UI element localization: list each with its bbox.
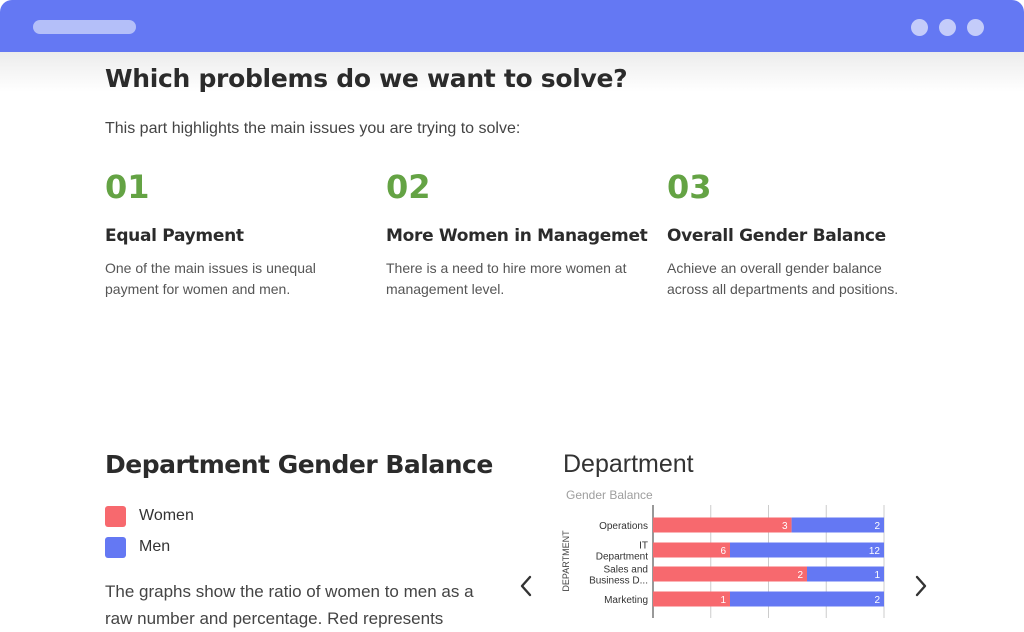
bar-women: [653, 542, 730, 558]
problem-card: 01 Equal Payment One of the main issues …: [105, 168, 375, 300]
problem-title: Overall Gender Balance: [667, 226, 886, 246]
data-label: 1: [874, 570, 880, 581]
legend-swatch-men: [105, 537, 126, 558]
problem-description: Achieve an overall gender balance across…: [667, 260, 899, 297]
bar-men: [807, 566, 884, 582]
window-dot-2[interactable]: [939, 19, 956, 36]
problem-title: Equal Payment: [105, 226, 244, 246]
chart-explanation: The graphs show the ratio of women to me…: [105, 582, 474, 628]
data-label: 2: [874, 595, 880, 606]
bar-women: [653, 517, 792, 533]
problem-number: 01: [105, 168, 150, 206]
window-dot-3[interactable]: [967, 19, 984, 36]
problem-card: 03 Overall Gender Balance Achieve an ove…: [667, 168, 937, 300]
problem-title: More Women in Managemet: [386, 226, 648, 246]
bar-men: [791, 517, 884, 533]
category-label: Operations: [599, 521, 648, 532]
chevron-right-icon: [915, 575, 927, 597]
problem-number: 03: [667, 168, 712, 206]
data-label: 2: [874, 521, 880, 532]
bar-women: [653, 591, 730, 607]
y-axis-label: DEPARTMENT: [561, 530, 571, 592]
category-label: Sales and Business D...: [589, 565, 648, 587]
address-bar-placeholder: [33, 20, 136, 34]
carousel-prev-button[interactable]: [512, 570, 540, 602]
data-label: 6: [720, 546, 726, 557]
carousel-next-button[interactable]: [907, 570, 935, 602]
legend-label: Men: [139, 538, 171, 555]
legend-swatch-women: [105, 506, 126, 527]
data-label: 1: [720, 595, 726, 606]
problems-heading: Which problems do we want to solve?: [105, 64, 628, 93]
problem-description: One of the main issues is unequal paymen…: [105, 260, 316, 297]
problem-description: There is a need to hire more women at ma…: [386, 260, 627, 297]
bar-women: [653, 566, 807, 582]
window-dot-1[interactable]: [911, 19, 928, 36]
window-title-bar: [0, 0, 1024, 52]
chevron-left-icon: [520, 575, 532, 597]
problem-card: 02 More Women in Managemet There is a ne…: [386, 168, 656, 300]
data-label: 2: [797, 570, 803, 581]
problem-number: 02: [386, 168, 431, 206]
category-label: IT Department: [596, 541, 648, 563]
category-label: Marketing: [604, 595, 648, 606]
data-label: 3: [782, 521, 788, 532]
department-bar-chart: DEPARTMENT3 2Operations6 12IT Department2 1S…: [561, 505, 885, 618]
bar-men: [730, 591, 884, 607]
data-label: 12: [869, 546, 881, 557]
department-heading: Department Gender Balance: [105, 450, 493, 479]
legend-label: Women: [139, 507, 194, 524]
chart-title: Department: [563, 450, 694, 478]
problems-intro: This part highlights the main issues you…: [105, 120, 521, 137]
bar-men: [730, 542, 884, 558]
chart-subtitle: Gender Balance: [566, 488, 653, 502]
